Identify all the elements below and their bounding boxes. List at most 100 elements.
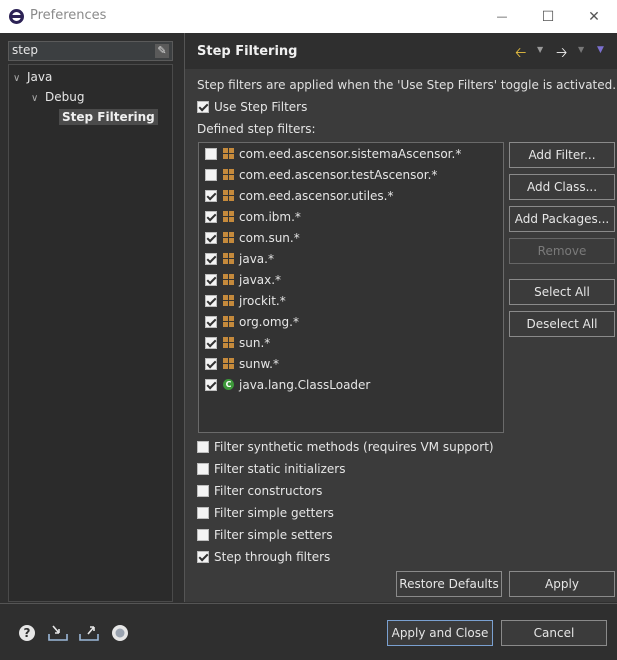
clear-filter-icon[interactable]: ✎ xyxy=(155,44,169,58)
page-title: Step Filtering xyxy=(197,44,298,59)
tree-item-debug[interactable]: ∨ Debug xyxy=(31,87,84,107)
step-filter-row[interactable]: com.sun.* xyxy=(205,228,300,248)
step-filter-label: java.* xyxy=(239,252,274,266)
step-filter-label: javax.* xyxy=(239,273,282,287)
page-header: Step Filtering 🡠 ▼ 🡢 ▼ ▼ xyxy=(185,33,617,69)
select-all-button[interactable]: Select All xyxy=(509,279,615,305)
option-checkbox[interactable]: Step through filters xyxy=(197,548,330,566)
add-class-button[interactable]: Add Class... xyxy=(509,174,615,200)
filter-input[interactable]: step ✎ xyxy=(8,41,173,61)
apply-button[interactable]: Apply xyxy=(509,571,615,597)
option-label: Filter constructors xyxy=(214,484,323,498)
remove-button[interactable]: Remove xyxy=(509,238,615,264)
checkbox-checked-icon[interactable] xyxy=(205,210,217,223)
checkbox-unchecked-icon[interactable] xyxy=(197,506,209,519)
step-filter-label: com.ibm.* xyxy=(239,210,301,224)
oomph-record-icon[interactable] xyxy=(111,624,129,642)
option-checkbox[interactable]: Filter synthetic methods (requires VM su… xyxy=(197,438,494,456)
checkbox-checked-icon[interactable] xyxy=(205,252,217,265)
chevron-down-icon[interactable]: ∨ xyxy=(31,89,45,109)
maximize-icon: ☐ xyxy=(541,8,555,25)
checkbox-checked-icon[interactable] xyxy=(205,273,217,286)
package-icon xyxy=(223,148,234,159)
step-filter-row[interactable]: sunw.* xyxy=(205,354,279,374)
step-filter-label: com.eed.ascensor.utiles.* xyxy=(239,189,394,203)
preference-page: Step Filtering 🡠 ▼ 🡢 ▼ ▼ Step filters ar… xyxy=(184,33,617,602)
export-icon[interactable] xyxy=(78,624,100,642)
add-packages-button[interactable]: Add Packages... xyxy=(509,206,615,232)
forward-dropdown-icon[interactable]: ▼ xyxy=(578,45,584,54)
minimize-icon: — xyxy=(496,10,508,23)
checkbox-checked-icon[interactable] xyxy=(197,100,209,113)
checkbox-unchecked-icon[interactable] xyxy=(205,147,217,160)
option-checkbox[interactable]: Filter constructors xyxy=(197,482,322,500)
step-filter-row[interactable]: sun.* xyxy=(205,333,270,353)
step-filter-row[interactable]: com.eed.ascensor.testAscensor.* xyxy=(205,165,437,185)
checkbox-checked-icon[interactable] xyxy=(205,357,217,370)
package-icon xyxy=(223,358,234,369)
help-icon[interactable]: ? xyxy=(18,624,36,642)
import-icon[interactable] xyxy=(47,624,69,642)
option-label: Filter synthetic methods (requires VM su… xyxy=(214,440,494,454)
checkbox-checked-icon[interactable] xyxy=(197,550,209,563)
step-filter-row[interactable]: javax.* xyxy=(205,270,281,290)
option-checkbox[interactable]: Filter static initializers xyxy=(197,460,346,478)
checkbox-unchecked-icon[interactable] xyxy=(205,168,217,181)
eclipse-logo-icon xyxy=(9,9,24,24)
package-icon xyxy=(223,316,234,327)
minimize-button[interactable]: — xyxy=(479,0,525,33)
checkbox-checked-icon[interactable] xyxy=(205,189,217,202)
checkbox-checked-icon[interactable] xyxy=(205,294,217,307)
cancel-button[interactable]: Cancel xyxy=(501,620,607,646)
checkbox-unchecked-icon[interactable] xyxy=(197,462,209,475)
step-filter-row[interactable]: jrockit.* xyxy=(205,291,286,311)
page-description: Step filters are applied when the 'Use S… xyxy=(197,78,617,92)
package-icon xyxy=(223,169,234,180)
deselect-all-button[interactable]: Deselect All xyxy=(509,311,615,337)
forward-arrow-icon[interactable]: 🡢 xyxy=(556,42,567,66)
add-filter-button[interactable]: Add Filter... xyxy=(509,142,615,168)
tree-item-label: Debug xyxy=(45,90,85,104)
step-filter-row[interactable]: com.eed.ascensor.utiles.* xyxy=(205,186,394,206)
back-dropdown-icon[interactable]: ▼ xyxy=(537,45,543,54)
step-filter-row[interactable]: com.ibm.* xyxy=(205,207,301,227)
checkbox-unchecked-icon[interactable] xyxy=(197,440,209,453)
option-label: Filter simple getters xyxy=(214,506,334,520)
restore-defaults-button[interactable]: Restore Defaults xyxy=(396,571,502,597)
chevron-down-icon[interactable]: ∨ xyxy=(13,69,27,89)
window-title: Preferences xyxy=(30,8,107,23)
package-icon xyxy=(223,211,234,222)
step-filter-row[interactable]: org.omg.* xyxy=(205,312,299,332)
step-filter-row[interactable]: com.eed.ascensor.sistemaAscensor.* xyxy=(205,144,461,164)
svg-text:?: ? xyxy=(24,626,31,640)
checkbox-checked-icon[interactable] xyxy=(205,336,217,349)
step-filter-row[interactable]: Cjava.lang.ClassLoader xyxy=(205,375,370,395)
use-step-filters-checkbox[interactable]: Use Step Filters xyxy=(197,98,307,116)
dialog-footer: ? Apply and Close Cancel xyxy=(0,603,617,660)
view-menu-icon[interactable]: ▼ xyxy=(597,45,604,55)
step-filters-list[interactable]: com.eed.ascensor.sistemaAscensor.* com.ee… xyxy=(198,142,504,433)
close-button[interactable]: ✕ xyxy=(571,0,617,33)
preferences-navigation: step ✎ ∨ Java ∨ Debug Step Filtering xyxy=(0,33,181,602)
checkbox-checked-icon[interactable] xyxy=(205,378,217,391)
checkbox-checked-icon[interactable] xyxy=(205,315,217,328)
close-icon: ✕ xyxy=(588,8,600,25)
step-filter-label: java.lang.ClassLoader xyxy=(239,378,371,392)
option-checkbox[interactable]: Filter simple getters xyxy=(197,504,334,522)
tree-item-java[interactable]: ∨ Java xyxy=(13,67,52,87)
apply-and-close-button[interactable]: Apply and Close xyxy=(387,620,493,646)
defined-filters-label: Defined step filters: xyxy=(197,122,316,136)
checkbox-unchecked-icon[interactable] xyxy=(197,484,209,497)
maximize-button[interactable]: ☐ xyxy=(525,0,571,33)
package-icon xyxy=(223,295,234,306)
class-icon: C xyxy=(223,379,234,390)
back-arrow-icon[interactable]: 🡠 xyxy=(515,42,526,66)
step-filter-label: com.eed.ascensor.sistemaAscensor.* xyxy=(239,147,462,161)
step-filter-row[interactable]: java.* xyxy=(205,249,274,269)
checkbox-unchecked-icon[interactable] xyxy=(197,528,209,541)
checkbox-checked-icon[interactable] xyxy=(205,231,217,244)
tree-item-step-filtering[interactable]: Step Filtering xyxy=(59,107,158,127)
filter-input-value: step xyxy=(12,43,38,57)
preferences-tree: ∨ Java ∨ Debug Step Filtering xyxy=(8,64,173,602)
option-checkbox[interactable]: Filter simple setters xyxy=(197,526,333,544)
